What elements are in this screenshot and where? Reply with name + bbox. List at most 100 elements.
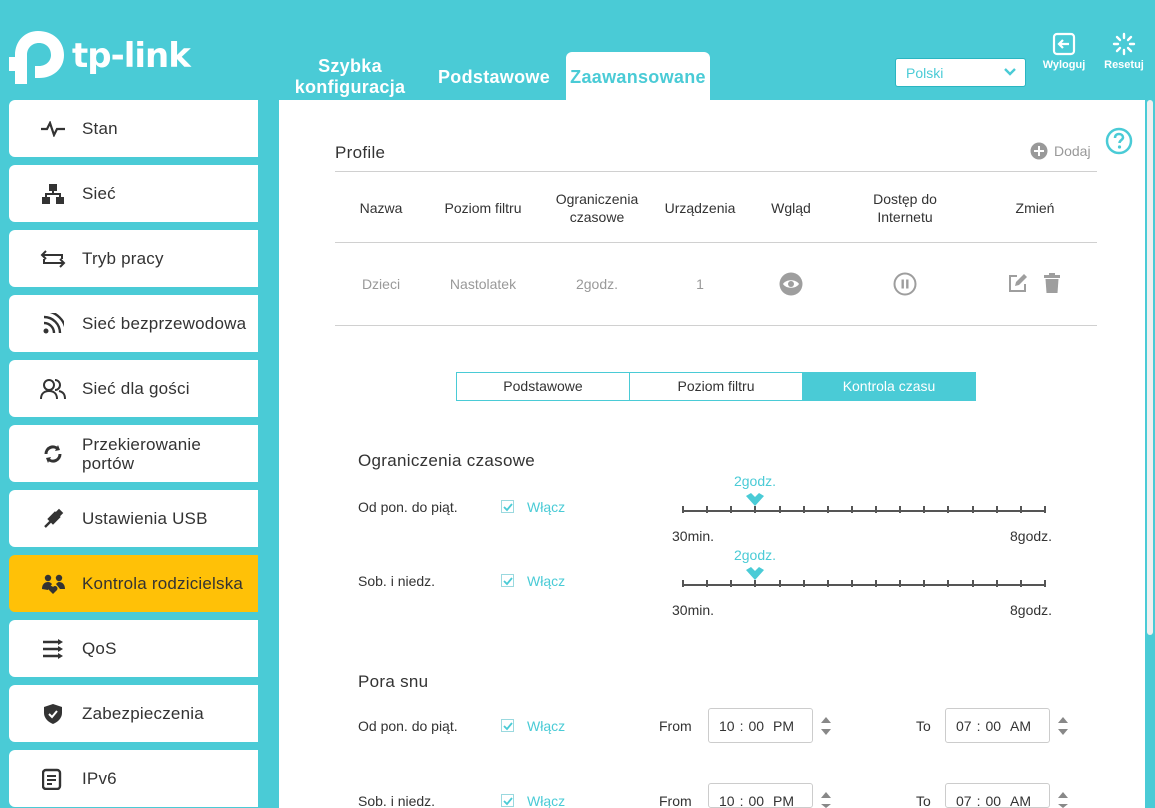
weekday-limit-checkbox[interactable]: [501, 500, 514, 513]
weekday-bedtime-enable-label[interactable]: Włącz: [527, 718, 565, 734]
col-time-limits-line1: Ograniczenia: [555, 191, 639, 207]
slider-max-label: 8godz.: [1010, 528, 1053, 544]
parental-icon: [38, 573, 68, 595]
weekend-bedtime-enable-label[interactable]: Włącz: [527, 793, 565, 808]
col-time-limits: Ograniczenia czasowe: [542, 190, 652, 226]
weekday-bedtime-label: Od pon. do piąt.: [358, 718, 458, 734]
usb-icon: [38, 508, 68, 530]
col-internet-access-line1: Dostęp do: [873, 191, 937, 207]
guests-icon: [38, 378, 68, 400]
slider-tick: [1020, 506, 1022, 513]
shield-icon: [38, 703, 68, 725]
spinner-icon[interactable]: [820, 790, 832, 808]
tp-link-logo-icon: [9, 31, 64, 84]
col-filter-level: Poziom filtru: [444, 200, 522, 216]
sidebar-item-label: IPv6: [82, 769, 117, 788]
divider: [335, 171, 1097, 172]
add-profile-button[interactable]: Dodaj: [1030, 142, 1091, 160]
ampm-value: PM: [773, 793, 795, 808]
slider-tick: [899, 580, 901, 587]
weekend-limit-enable-label[interactable]: Włącz: [527, 573, 565, 589]
mode-switch-icon: [38, 249, 68, 269]
sidebar-item-status[interactable]: Stan: [9, 100, 258, 157]
wireless-icon: [38, 312, 68, 335]
logout-icon: [1052, 32, 1076, 56]
sidebar-item-security[interactable]: Zabezpieczenia: [9, 685, 258, 742]
weekday-bedtime-checkbox[interactable]: [501, 719, 514, 732]
sidebar-item-wireless[interactable]: Sieć bezprzewodowa: [9, 295, 258, 352]
sidebar-item-guest-network[interactable]: Sieć dla gości: [9, 360, 258, 417]
hour-value: 07: [956, 717, 972, 734]
weekday-limit-label: Od pon. do piąt.: [358, 499, 458, 515]
hour-value: 07: [956, 793, 972, 808]
slider-thumb[interactable]: [745, 492, 765, 508]
weekend-bedtime-from-input[interactable]: 10 : 00 PM: [708, 783, 813, 808]
slider-tick: [706, 580, 708, 587]
sidebar-item-label: Ustawienia USB: [82, 509, 208, 528]
pulse-icon: [38, 120, 68, 137]
logout-button[interactable]: Wyloguj: [1038, 32, 1090, 71]
language-select[interactable]: Polski: [895, 58, 1026, 87]
cell-time-limit: 2godz.: [575, 276, 619, 292]
slider-tick: [899, 506, 901, 513]
eye-icon[interactable]: [779, 272, 803, 296]
spinner-icon[interactable]: [1057, 790, 1069, 808]
tab-basic[interactable]: Podstawowe: [432, 67, 556, 88]
tab-quick-setup[interactable]: Szybka konfiguracja: [283, 56, 417, 98]
weekday-bedtime-from-input[interactable]: 10 : 00 PM: [708, 708, 813, 743]
sidebar-item-label: Zabezpieczenia: [82, 704, 204, 723]
reset-label: Resetuj: [1104, 59, 1144, 71]
sidebar-item-label: Sieć: [82, 184, 116, 203]
slider-max-label: 8godz.: [1010, 602, 1053, 618]
subtab-filter-level[interactable]: Poziom filtru: [630, 373, 803, 400]
profile-subtabs: Podstawowe Poziom filtru Kontrola czasu: [456, 372, 976, 401]
slider-tick: [851, 506, 853, 513]
slider-tick: [779, 506, 781, 513]
weekday-bedtime-to-input[interactable]: 07 : 00 AM: [945, 708, 1050, 743]
profiles-title: Profile: [335, 143, 386, 162]
weekday-limit-slider[interactable]: [682, 506, 1046, 518]
scrollbar-thumb[interactable]: [1147, 100, 1153, 635]
cell-filter-level: Nastolatek: [449, 276, 517, 292]
subtab-time-controls[interactable]: Kontrola czasu: [803, 373, 975, 400]
weekday-limit-enable-label[interactable]: Włącz: [527, 499, 565, 515]
slider-tick: [923, 580, 925, 587]
port-forward-icon: [38, 443, 68, 465]
sidebar-item-usb[interactable]: Ustawienia USB: [9, 490, 258, 547]
cell-name: Dzieci: [361, 276, 401, 292]
weekend-limit-slider[interactable]: [682, 580, 1046, 592]
slider-tick: [851, 580, 853, 587]
edit-icon[interactable]: [1007, 273, 1028, 294]
help-icon[interactable]: [1105, 127, 1133, 155]
weekend-limit-checkbox[interactable]: [501, 574, 514, 587]
from-label: From: [659, 793, 692, 808]
sidebar-item-qos[interactable]: QoS: [9, 620, 258, 677]
slider-tick: [730, 506, 732, 513]
sidebar-item-label: Stan: [82, 119, 118, 138]
tab-quick-setup-line1: Szybka: [318, 56, 382, 76]
sidebar-item-port-forwarding[interactable]: Przekierowanie portów: [9, 425, 258, 482]
spinner-icon[interactable]: [1057, 715, 1069, 737]
weekend-bedtime-checkbox[interactable]: [501, 794, 514, 807]
weekend-bedtime-label: Sob. i niedz.: [358, 793, 436, 808]
trash-icon[interactable]: [1043, 272, 1061, 294]
sidebar-item-operation-mode[interactable]: Tryb pracy: [9, 230, 258, 287]
hour-value: 10: [719, 793, 735, 808]
to-label: To: [916, 718, 931, 734]
sidebar-item-ipv6[interactable]: IPv6: [9, 750, 258, 807]
plus-circle-icon: [1030, 142, 1048, 160]
add-profile-label: Dodaj: [1054, 143, 1091, 159]
weekend-bedtime-to-input[interactable]: 07 : 00 AM: [945, 783, 1050, 808]
slider-tick: [996, 506, 998, 513]
sidebar-item-network[interactable]: Sieć: [9, 165, 258, 222]
subtab-basic[interactable]: Podstawowe: [457, 373, 630, 400]
pause-icon[interactable]: [893, 272, 917, 296]
reset-button[interactable]: Resetuj: [1098, 32, 1150, 71]
spinner-icon[interactable]: [820, 715, 832, 737]
slider-tick: [875, 580, 877, 587]
tp-link-logo: tp-link: [8, 28, 191, 86]
tab-advanced[interactable]: Zaawansowane: [566, 52, 710, 100]
slider-thumb[interactable]: [745, 566, 765, 582]
logo-text: tp-link: [72, 36, 191, 76]
sidebar-item-parental-controls[interactable]: Kontrola rodzicielska: [9, 555, 258, 612]
